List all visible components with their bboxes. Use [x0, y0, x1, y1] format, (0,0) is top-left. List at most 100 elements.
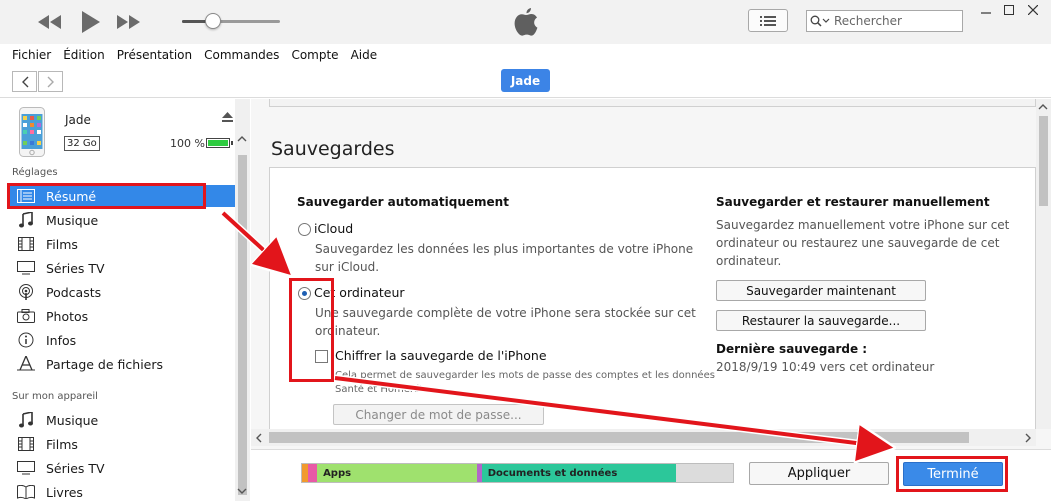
storage-segment-2: Apps: [317, 464, 477, 482]
sidebar-item-tv-shows[interactable]: Séries TV: [8, 257, 235, 279]
play-icon: [82, 11, 100, 33]
sidebar-item-music[interactable]: Musique: [8, 209, 235, 231]
device-button[interactable]: Jade: [501, 69, 550, 92]
this-computer-description-line1: Une sauvegarde complète de votre iPhone …: [315, 306, 696, 320]
on-my-device-section-title: Sur mon appareil: [12, 391, 98, 402]
search-input[interactable]: [834, 14, 952, 28]
sidebar-item-device-movies[interactable]: Films: [8, 433, 235, 455]
fast-forward-icon: [117, 15, 140, 29]
sidebar-scrollbar[interactable]: [235, 99, 250, 501]
main-scrollbar[interactable]: [1036, 99, 1051, 429]
previous-panel-edge: [269, 99, 1036, 107]
menu-edit[interactable]: Édition: [57, 48, 111, 62]
volume-knob[interactable]: [205, 13, 222, 29]
scroll-down-icon[interactable]: [237, 487, 247, 495]
storage-segment-1: [308, 464, 318, 482]
storage-segment-5: [675, 464, 733, 482]
minimize-button[interactable]: [976, 3, 996, 17]
backup-now-button[interactable]: Sauvegarder maintenant: [716, 280, 926, 301]
manual-description-line1: Sauvegardez manuellement votre iPhone su…: [716, 218, 1010, 232]
sidebar-item-movies[interactable]: Films: [8, 233, 235, 255]
rewind-button[interactable]: [36, 8, 64, 36]
sidebar: Jade 32 Go 100 % Réglages Résumé Musique…: [0, 99, 250, 501]
summary-icon: [16, 186, 36, 206]
tv-icon: [16, 458, 36, 478]
volume-slider[interactable]: [182, 20, 280, 23]
menu-view[interactable]: Présentation: [111, 48, 198, 62]
this-computer-description-line2: ordinateur.: [315, 324, 381, 338]
list-icon: [760, 15, 776, 26]
sidebar-item-file-sharing[interactable]: Partage de fichiers: [8, 353, 235, 375]
film-icon: [16, 434, 36, 454]
auto-backup-heading: Sauvegarder automatiquement: [297, 195, 509, 209]
eject-icon[interactable]: [222, 112, 233, 122]
battery-level: [208, 140, 228, 146]
horizontal-scroll-thumb[interactable]: [269, 432, 969, 443]
apply-button[interactable]: Appliquer: [749, 462, 889, 485]
forward-button[interactable]: [38, 71, 63, 92]
manual-description-line3: ordinateur.: [716, 254, 782, 268]
horizontal-scrollbar[interactable]: [251, 429, 1036, 446]
menu-controls[interactable]: Commandes: [198, 48, 285, 62]
up-next-list-button[interactable]: [748, 9, 788, 32]
sidebar-item-label: Musique: [46, 212, 99, 228]
icloud-radio[interactable]: [298, 223, 311, 236]
device-header[interactable]: Jade 32 Go 100 %: [0, 99, 235, 161]
sidebar-item-summary[interactable]: Résumé: [8, 185, 235, 207]
sidebar-item-photos[interactable]: Photos: [8, 305, 235, 327]
close-window-button[interactable]: [1023, 3, 1043, 17]
change-password-button[interactable]: Changer de mot de passe...: [333, 404, 544, 425]
scroll-up-icon[interactable]: [237, 135, 247, 143]
fast-forward-button[interactable]: [114, 8, 142, 36]
menu-account[interactable]: Compte: [285, 48, 344, 62]
chevron-left-icon: [21, 76, 28, 87]
restore-backup-button[interactable]: Restaurer la sauvegarde...: [716, 310, 926, 331]
scroll-left-icon[interactable]: [255, 433, 263, 443]
sidebar-scroll-thumb[interactable]: [238, 155, 247, 495]
rewind-icon: [38, 15, 61, 29]
sidebar-item-label: Séries TV: [46, 260, 105, 276]
manual-description-line2: ordinateur ou restaurez une sauvegarde d…: [716, 236, 1000, 250]
done-button[interactable]: Terminé: [903, 462, 1003, 486]
last-backup-value: 2018/9/19 10:49 vers cet ordinateur: [716, 360, 935, 374]
back-button[interactable]: [12, 71, 37, 92]
encrypt-description-line2: Santé et HomeKit.: [335, 384, 427, 395]
sidebar-item-device-books[interactable]: Livres: [8, 481, 235, 501]
sidebar-item-label: Livres: [46, 484, 83, 500]
encrypt-description-line1: Cela permet de sauvegarder les mots de p…: [335, 370, 715, 381]
maximize-button[interactable]: [999, 3, 1019, 17]
main-scroll-thumb[interactable]: [1039, 116, 1048, 206]
encrypt-backup-checkbox[interactable]: [315, 350, 328, 363]
tv-icon: [16, 258, 36, 278]
icloud-description-line2: sur iCloud.: [315, 260, 380, 274]
menu-file[interactable]: Fichier: [6, 48, 57, 62]
settings-section-title: Réglages: [12, 167, 58, 178]
encrypt-backup-label[interactable]: Chiffrer la sauvegarde de l'iPhone: [335, 348, 547, 363]
sidebar-item-device-music[interactable]: Musique: [8, 409, 235, 431]
this-computer-label[interactable]: Cet ordinateur: [314, 285, 405, 300]
sidebar-item-device-tv-shows[interactable]: Séries TV: [8, 457, 235, 479]
scroll-up-icon[interactable]: [1038, 103, 1048, 111]
menu-help[interactable]: Aide: [345, 48, 384, 62]
storage-segment-4: Documents et données: [481, 464, 676, 482]
music-note-icon: [16, 210, 36, 230]
minimize-icon: [981, 12, 991, 14]
sidebar-item-podcasts[interactable]: Podcasts: [8, 281, 235, 303]
section-title: Sauvegardes: [271, 138, 395, 160]
this-computer-radio[interactable]: [298, 287, 311, 300]
film-icon: [16, 234, 36, 254]
sidebar-item-label: Séries TV: [46, 460, 105, 476]
sidebar-item-label: Infos: [46, 332, 77, 348]
apps-icon: [16, 354, 36, 374]
sidebar-item-label: Photos: [46, 308, 89, 324]
info-icon: [16, 330, 36, 350]
icloud-label[interactable]: iCloud: [314, 221, 353, 236]
scroll-right-icon[interactable]: [1024, 433, 1032, 443]
sidebar-item-label: Musique: [46, 412, 99, 428]
chevron-right-icon: [47, 76, 54, 87]
play-button[interactable]: [76, 8, 104, 36]
menu-bar: Fichier Édition Présentation Commandes C…: [0, 44, 1051, 66]
icloud-description-line1: Sauvegardez les données les plus importa…: [315, 242, 694, 256]
search-field[interactable]: [806, 10, 963, 32]
sidebar-item-info[interactable]: Infos: [8, 329, 235, 351]
